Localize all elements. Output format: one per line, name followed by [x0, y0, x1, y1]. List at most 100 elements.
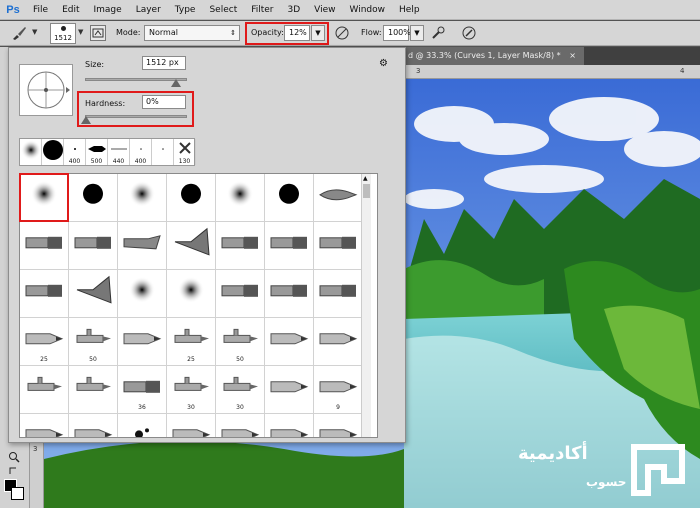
brush-preset[interactable]: [216, 270, 265, 318]
menu-window[interactable]: Window: [343, 0, 393, 20]
brush-tip-icon: [24, 374, 64, 400]
menu-3d[interactable]: 3D: [281, 0, 308, 20]
brush-preset[interactable]: [20, 222, 69, 270]
mode-select[interactable]: Normal ⇕: [144, 25, 240, 41]
brush-preset[interactable]: 30: [216, 366, 265, 414]
brush-preset-picker-button[interactable]: 1512: [50, 23, 76, 44]
watermark-text: أكاديمية: [518, 443, 588, 464]
scroll-thumb[interactable]: [363, 184, 370, 198]
brush-preset[interactable]: [265, 222, 314, 270]
brush-preset[interactable]: [20, 366, 69, 414]
hardness-slider-thumb[interactable]: [81, 116, 91, 124]
brush-tip-icon: [171, 326, 211, 352]
brush-tip-icon: [162, 148, 164, 150]
menu-edit[interactable]: Edit: [55, 0, 86, 20]
recent-brush[interactable]: [20, 139, 42, 165]
brush-preset[interactable]: 25: [20, 318, 69, 366]
brush-preset[interactable]: [118, 270, 167, 318]
menu-select[interactable]: Select: [202, 0, 244, 20]
menu-view[interactable]: View: [307, 0, 342, 20]
recent-brush[interactable]: 440: [108, 139, 130, 165]
brush-preset[interactable]: [314, 270, 363, 318]
options-bar: ▼ 1512 ▼ Mode: Normal ⇕ Opacity: 12% ▼ F…: [0, 21, 700, 46]
preset-scrollbar[interactable]: ▲: [361, 174, 371, 437]
brush-preset[interactable]: [314, 222, 363, 270]
brush-tool-icon[interactable]: [10, 25, 28, 41]
brush-preset[interactable]: [167, 174, 216, 222]
brush-preset[interactable]: [265, 366, 314, 414]
flow-field[interactable]: 100%: [383, 25, 411, 41]
tool-preset-arrow-icon[interactable]: ▼: [32, 28, 37, 36]
recent-brush[interactable]: [152, 139, 174, 165]
menu-filter[interactable]: Filter: [244, 0, 280, 20]
brush-tip-icon: [220, 326, 260, 352]
hardness-slider-track[interactable]: [85, 115, 187, 118]
selected-brush-highlight: [19, 173, 69, 222]
brush-preset[interactable]: [69, 366, 118, 414]
gear-icon[interactable]: ⚙: [379, 58, 388, 69]
brush-preset[interactable]: [118, 414, 167, 437]
brush-angle-icon[interactable]: [20, 65, 72, 115]
brush-preset[interactable]: 9: [314, 366, 363, 414]
menu-type[interactable]: Type: [168, 0, 203, 20]
brush-preset[interactable]: [20, 270, 69, 318]
brush-preset[interactable]: [167, 222, 216, 270]
background-color-swatch[interactable]: [11, 487, 24, 500]
opacity-dropdown-button[interactable]: ▼: [311, 25, 325, 41]
pressure-size-icon[interactable]: [461, 25, 477, 41]
airbrush-icon[interactable]: [430, 25, 446, 41]
brush-preset[interactable]: [69, 270, 118, 318]
menu-file[interactable]: File: [26, 0, 55, 20]
recent-brush[interactable]: 130: [174, 139, 196, 165]
menu-layer[interactable]: Layer: [129, 0, 168, 20]
brush-preset[interactable]: 36: [118, 366, 167, 414]
brush-preset[interactable]: [265, 318, 314, 366]
swap-colors-icon[interactable]: [8, 464, 20, 476]
brush-preset[interactable]: [118, 318, 167, 366]
menu-image[interactable]: Image: [87, 0, 129, 20]
brush-tip-icon: [318, 280, 358, 302]
brush-preset[interactable]: 30: [167, 366, 216, 414]
brush-preset[interactable]: [265, 270, 314, 318]
brush-preset[interactable]: [216, 414, 265, 437]
brush-tip-icon: [127, 274, 157, 306]
brush-preset[interactable]: [314, 414, 363, 437]
brush-preset[interactable]: [314, 174, 363, 222]
brush-preset[interactable]: 25: [167, 318, 216, 366]
toggle-brush-panel-button[interactable]: [90, 25, 106, 41]
brush-preset[interactable]: [265, 414, 314, 437]
zoom-tool-icon[interactable]: [8, 451, 20, 463]
document-tab[interactable]: d @ 33.3% (Curves 1, Layer Mask/8) * ×: [400, 47, 584, 65]
brush-preset[interactable]: 50: [69, 318, 118, 366]
brush-preset[interactable]: [167, 414, 216, 437]
brush-preset[interactable]: [20, 414, 69, 437]
brush-preset[interactable]: [265, 174, 314, 222]
brush-preset[interactable]: [69, 222, 118, 270]
brush-preset[interactable]: [216, 222, 265, 270]
brush-preset[interactable]: [69, 414, 118, 437]
recent-brush[interactable]: [42, 139, 64, 165]
brush-preset[interactable]: 50: [216, 318, 265, 366]
ruler-label: 3: [416, 67, 421, 75]
flow-dropdown-button[interactable]: ▼: [410, 25, 424, 41]
recent-brush[interactable]: 400: [64, 139, 86, 165]
brush-preset[interactable]: [314, 318, 363, 366]
recent-brush[interactable]: 500: [86, 139, 108, 165]
pressure-opacity-icon[interactable]: [334, 25, 350, 41]
brush-tip-icon: [61, 26, 66, 31]
brush-preset[interactable]: [167, 270, 216, 318]
brush-picker-arrow-icon[interactable]: ▼: [78, 28, 83, 36]
scroll-up-icon[interactable]: ▲: [363, 175, 368, 182]
hardness-field[interactable]: 0%: [142, 95, 186, 109]
brush-preset[interactable]: [118, 174, 167, 222]
brush-size-label: 30: [236, 404, 244, 411]
size-field[interactable]: 1512 px: [142, 56, 186, 70]
brush-preset[interactable]: [118, 222, 167, 270]
brush-preset[interactable]: [216, 174, 265, 222]
recent-brush[interactable]: 400: [130, 139, 152, 165]
brush-preset[interactable]: [69, 174, 118, 222]
menu-help[interactable]: Help: [392, 0, 427, 20]
size-slider-thumb[interactable]: [171, 79, 181, 87]
close-tab-icon[interactable]: ×: [569, 51, 576, 60]
opacity-field[interactable]: 12%: [284, 25, 310, 41]
